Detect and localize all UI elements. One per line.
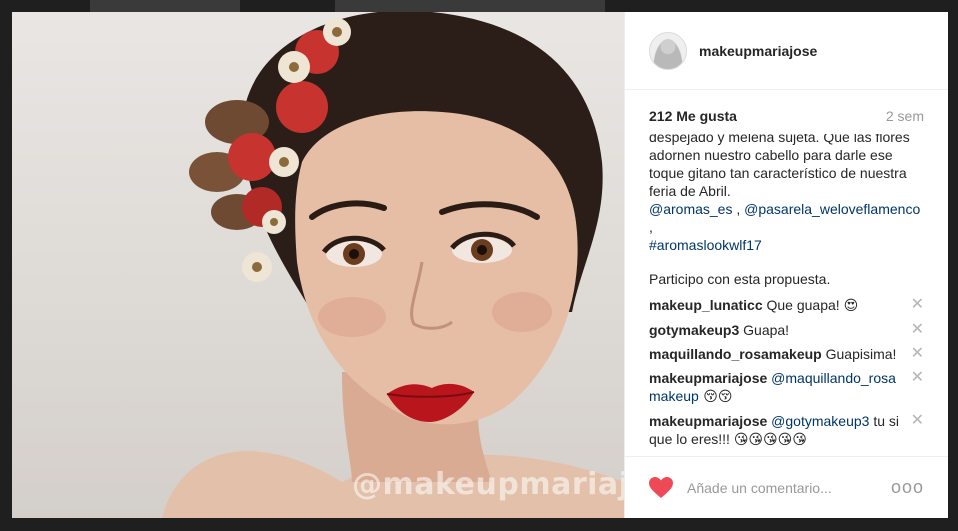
comment-item: maquillando_rosamakeup Guapisima! ✕ — [649, 345, 924, 363]
comment-author[interactable]: gotymakeup3 — [649, 322, 739, 338]
remove-comment-icon[interactable]: ✕ — [911, 296, 924, 314]
emoji: 😚😚 — [698, 389, 733, 405]
caption: despejado y melena sujeta. Que las flore… — [649, 134, 924, 288]
separator-text: , — [732, 201, 745, 217]
comments-list[interactable]: despejado y melena sujeta. Que las flore… — [649, 134, 924, 456]
more-options-icon[interactable]: ooo — [891, 477, 924, 498]
comment-author[interactable]: makeup_lunaticc — [649, 297, 763, 313]
caption-line: despejado y melena sujeta. Que las flore… — [649, 134, 910, 145]
comment-footer: ooo — [625, 456, 948, 518]
heart-icon[interactable] — [649, 476, 673, 499]
post-header: makeupmariajose — [625, 12, 948, 90]
portrait-illustration — [162, 12, 624, 518]
post-sidebar: makeupmariajose 212 Me gusta 2 sem despe… — [624, 12, 948, 518]
comment-text: Guapisima! — [821, 346, 897, 362]
mention-link[interactable]: @pasarela_weloveflamenco — [744, 201, 920, 217]
comment-author[interactable]: makeupmariajose — [649, 413, 767, 429]
caption-line: feria de Abril. — [649, 183, 731, 199]
caption-hashtag-line: #aromaslookwlf17 — [649, 236, 924, 254]
caption-line: adornen nuestro cabello para darle ese — [649, 147, 893, 163]
comment-item: makeupmariajose @maquillando_rosa makeup… — [649, 369, 924, 406]
remove-comment-icon[interactable]: ✕ — [911, 369, 924, 387]
caption-line: toque gitano tan característico de nuest… — [649, 165, 907, 181]
comment-item: makeupmariajose @gotymakeup3 tu si que l… — [649, 412, 924, 449]
comment-item: makeup_lunaticc Que guapa! 😍 ✕ — [649, 296, 924, 315]
remove-comment-icon[interactable]: ✕ — [911, 345, 924, 363]
caption-note: Participo con esta propuesta. — [649, 271, 831, 287]
remove-comment-icon[interactable]: ✕ — [911, 321, 924, 339]
likes-count[interactable]: 212 Me gusta — [649, 108, 737, 124]
post-photo[interactable]: @makeupmariajose — [12, 12, 624, 518]
emoji: 😘😘😘😘😘 — [733, 432, 807, 448]
emoji: 😍 — [843, 298, 859, 314]
comment-item: gotymakeup3 Guapa! ✕ — [649, 321, 924, 339]
comment-text: Guapa! — [739, 322, 790, 338]
comment-author[interactable]: makeupmariajose — [649, 370, 767, 386]
caption-tags: @aromas_es , @pasarela_weloveflamenco , — [649, 200, 924, 236]
hashtag-link[interactable]: #aromaslookwlf17 — [649, 237, 762, 253]
mention-link[interactable]: @aromas_es — [649, 201, 732, 217]
comment-author[interactable]: maquillando_rosamakeup — [649, 346, 822, 362]
remove-comment-icon[interactable]: ✕ — [911, 412, 924, 430]
avatar[interactable] — [649, 31, 687, 70]
header-username[interactable]: makeupmariajose — [699, 43, 817, 59]
post-modal: @makeupmariajose makeupmariajose 212 Me … — [12, 12, 948, 518]
post-timestamp[interactable]: 2 sem — [886, 108, 924, 124]
mention-link[interactable]: @gotymakeup3 — [767, 413, 869, 429]
photo-watermark: @makeupmariajose — [352, 467, 624, 502]
comment-input[interactable] — [687, 479, 891, 496]
separator-text: , — [649, 219, 653, 235]
comment-text: Que guapa! — [762, 297, 844, 313]
